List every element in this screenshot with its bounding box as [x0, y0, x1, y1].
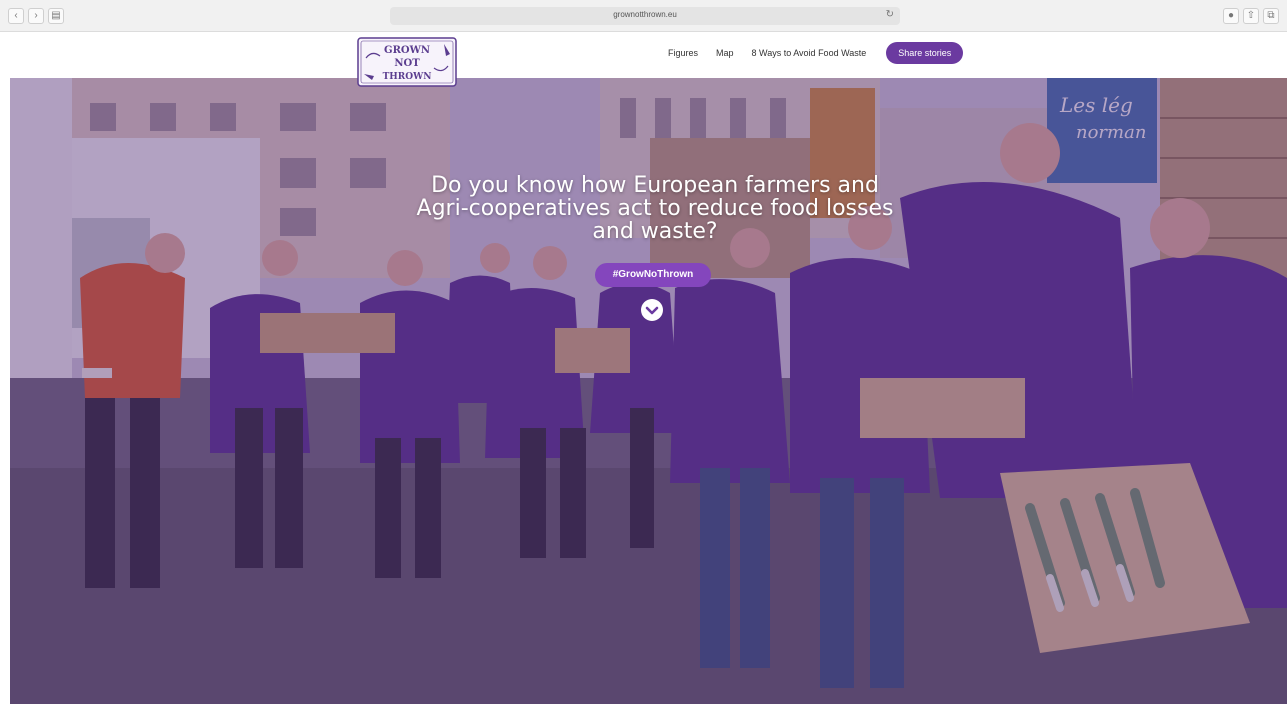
hero-section: Les lég norman Do you know how European … — [10, 78, 1287, 704]
address-bar[interactable]: grownotthrown.eu ↻ — [390, 7, 900, 25]
share-stories-button[interactable]: Share stories — [886, 42, 964, 64]
back-icon[interactable]: ‹ — [8, 8, 24, 24]
extension-icon[interactable]: ● — [1223, 8, 1239, 24]
site-logo[interactable]: GROWN NOT THROWN — [356, 36, 458, 88]
browser-actions: ● ⇧ ⧉ — [1223, 8, 1279, 24]
sidebar-icon[interactable]: ▤ — [48, 8, 64, 24]
nav-link-figures[interactable]: Figures — [668, 48, 698, 58]
logo-line-2: NOT — [394, 58, 420, 69]
hashtag-button[interactable]: #GrowNoThrown — [595, 263, 711, 287]
chevron-down-icon — [645, 306, 659, 315]
scroll-down-button[interactable] — [641, 299, 663, 321]
nav-link-map[interactable]: Map — [716, 48, 734, 58]
main-nav: Figures Map 8 Ways to Avoid Food Waste S… — [668, 42, 964, 64]
hero-tint — [10, 78, 1287, 704]
browser-toolbar: ‹ › ▤ grownotthrown.eu ↻ ● ⇧ ⧉ — [0, 0, 1287, 32]
site-header: GROWN NOT THROWN Figures Map 8 Ways to A… — [0, 32, 1287, 87]
reload-icon[interactable]: ↻ — [886, 9, 894, 20]
hero-headline: Do you know how European farmers and Agr… — [416, 173, 894, 244]
logo-line-1: GROWN — [384, 45, 430, 56]
share-icon[interactable]: ⇧ — [1243, 8, 1259, 24]
logo-line-3: THROWN — [383, 72, 432, 82]
nav-link-8-ways[interactable]: 8 Ways to Avoid Food Waste — [752, 48, 867, 58]
browser-nav-buttons: ‹ › ▤ — [8, 8, 64, 24]
url-text: grownotthrown.eu — [613, 10, 677, 19]
tabs-icon[interactable]: ⧉ — [1263, 8, 1279, 24]
forward-icon[interactable]: › — [28, 8, 44, 24]
